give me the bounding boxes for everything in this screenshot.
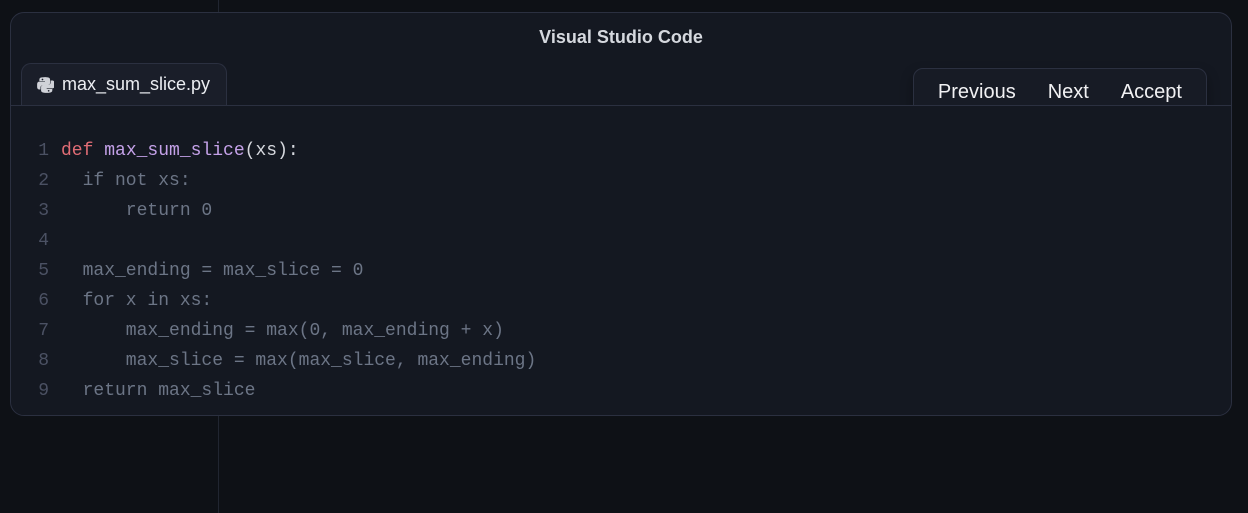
- python-icon: [36, 76, 54, 94]
- code-line: max_ending = max_slice = 0: [61, 256, 363, 286]
- accept-button[interactable]: Accept: [1121, 81, 1182, 104]
- editor-area[interactable]: 1 def max_sum_slice(xs): 2 if not xs: 3 …: [11, 105, 1231, 415]
- line-number: 7: [23, 316, 61, 346]
- code-block: 1 def max_sum_slice(xs): 2 if not xs: 3 …: [11, 136, 1231, 406]
- next-button[interactable]: Next: [1048, 81, 1089, 104]
- editor-window: Visual Studio Code max_sum_slice.py Prev…: [10, 12, 1232, 416]
- line-number: 3: [23, 196, 61, 226]
- code-line: if not xs:: [61, 166, 191, 196]
- line-number: 9: [23, 376, 61, 406]
- line-number: 4: [23, 226, 61, 256]
- code-line: max_ending = max(0, max_ending + x): [61, 316, 504, 346]
- tab-label: max_sum_slice.py: [62, 74, 210, 95]
- line-number: 8: [23, 346, 61, 376]
- code-line: def max_sum_slice(xs):: [61, 136, 299, 166]
- window-title: Visual Studio Code: [11, 13, 1231, 49]
- code-line: return max_slice: [61, 376, 255, 406]
- line-number: 6: [23, 286, 61, 316]
- code-line: max_slice = max(max_slice, max_ending): [61, 346, 536, 376]
- previous-button[interactable]: Previous: [938, 81, 1016, 104]
- code-line: return 0: [61, 196, 212, 226]
- line-number: 1: [23, 136, 61, 166]
- tab-bar: max_sum_slice.py: [21, 61, 227, 105]
- code-line: for x in xs:: [61, 286, 212, 316]
- tab-active[interactable]: max_sum_slice.py: [21, 63, 227, 105]
- line-number: 5: [23, 256, 61, 286]
- line-number: 2: [23, 166, 61, 196]
